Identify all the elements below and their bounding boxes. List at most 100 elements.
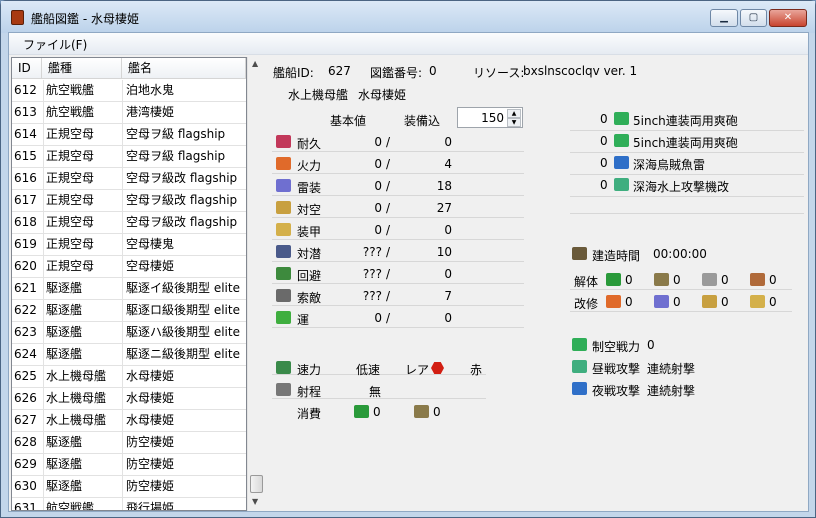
dismantle-ammo: 0 [673, 273, 681, 287]
torpedo-icon [654, 295, 669, 308]
divider [272, 261, 524, 262]
stat-base-value: 0 [374, 135, 382, 149]
table-row[interactable]: 613 航空戦艦 港湾棲姫 [12, 102, 246, 124]
stat-equip-value: 0 [444, 223, 452, 237]
row-id: 625 [14, 369, 37, 383]
day-attack-value: 連続射撃 [647, 362, 696, 376]
list-scrollbar[interactable]: ▲ ▼ [247, 57, 264, 511]
book-number-value: 0 [429, 64, 437, 78]
row-type: 正規空母 [43, 256, 94, 277]
speed-value: 低速 [356, 363, 381, 377]
row-name: 防空棲姫 [122, 476, 174, 497]
table-row[interactable]: 616 正規空母 空母ヲ級改 flagship [12, 168, 246, 190]
book-number-label: 図鑑番号: [370, 66, 423, 80]
stat-icon [276, 289, 291, 302]
stat-base-value: 0 [374, 201, 382, 215]
row-name: 水母棲姫 [122, 410, 174, 431]
table-row[interactable]: 618 正規空母 空母ヲ級改 flagship [12, 212, 246, 234]
table-row[interactable]: 631 航空戦艦 飛行場姫 [12, 498, 246, 510]
dismantle-fuel: 0 [625, 273, 633, 287]
column-header-name[interactable]: 艦名 [122, 58, 246, 79]
row-type: 正規空母 [43, 124, 94, 145]
equipment-slot[interactable]: 0 5inch連装両用爽砲 [570, 131, 804, 153]
close-button[interactable]: ✕ [769, 9, 807, 27]
table-row[interactable]: 630 駆逐艦 防空棲姫 [12, 476, 246, 498]
table-row[interactable]: 626 水上機母艦 水母棲姫 [12, 388, 246, 410]
table-row[interactable]: 620 正規空母 空母棲姫 [12, 256, 246, 278]
table-row[interactable]: 612 航空戦艦 泊地水鬼 [12, 80, 246, 102]
stat-label: 回避 [297, 269, 322, 283]
row-name: 防空棲姫 [122, 454, 174, 475]
build-time-icon [572, 247, 587, 260]
ship-list[interactable]: ID 艦種 艦名 612 航空戦艦 泊地水鬼 613 航空戦艦 港湾棲姫 614 正規空母 空母… [11, 57, 247, 511]
row-id: 620 [14, 259, 37, 273]
divider [570, 213, 804, 214]
book-icon [11, 10, 24, 25]
table-row[interactable]: 623 駆逐艦 駆逐ハ級後期型 elite [12, 322, 246, 344]
scroll-down-arrow[interactable]: ▼ [252, 497, 258, 506]
column-header-id[interactable]: ID [12, 58, 42, 79]
row-id: 617 [14, 193, 37, 207]
table-row[interactable]: 615 正規空母 空母ヲ級 flagship [12, 146, 246, 168]
row-id: 614 [14, 127, 37, 141]
maximize-button[interactable]: ▢ [740, 9, 767, 27]
table-row[interactable]: 628 駆逐艦 防空棲姫 [12, 432, 246, 454]
level-spinner[interactable]: 150 ▲ ▼ [457, 107, 523, 128]
anti-air-icon [702, 295, 717, 308]
slot-name: 5inch連装両用爽砲 [633, 136, 738, 150]
stat-label: 対潜 [297, 247, 322, 261]
minimize-button[interactable]: ▁ [710, 9, 738, 27]
divider [272, 239, 524, 240]
menu-file[interactable]: ファイル(F) [17, 36, 93, 53]
row-type: 駆逐艦 [43, 476, 82, 497]
stat-label: 運 [297, 313, 310, 327]
equipment-slot[interactable]: 0 5inch連装両用爽砲 [570, 109, 804, 131]
row-id: 624 [14, 347, 37, 361]
row-name: 駆逐ハ級後期型 elite [122, 322, 240, 343]
stat-equip-value: 0 [444, 135, 452, 149]
row-id: 627 [14, 413, 37, 427]
scroll-up-arrow[interactable]: ▲ [252, 59, 258, 68]
spinner-up-button[interactable]: ▲ [507, 109, 521, 118]
equipment-slot[interactable]: 0 深海水上攻撃機改 [570, 175, 804, 197]
row-name: 空母棲姫 [122, 256, 174, 277]
divider [272, 305, 524, 306]
table-row[interactable]: 627 水上機母艦 水母棲姫 [12, 410, 246, 432]
row-name: 飛行場姫 [122, 498, 174, 510]
stat-label: 耐久 [297, 137, 322, 151]
table-row[interactable]: 624 駆逐艦 駆逐ニ級後期型 elite [12, 344, 246, 366]
slot-name: 深海烏賊魚雷 [633, 158, 706, 172]
stat-base-value: ??? [362, 267, 382, 281]
client-area: ファイル(F) ID 艦種 艦名 612 航空戦艦 泊地水鬼 613 航空戦艦 港湾棲姫 6… [8, 32, 809, 512]
row-type: 正規空母 [43, 190, 94, 211]
scroll-thumb[interactable] [250, 475, 263, 493]
title-bar[interactable]: 艦船図鑑 - 水母棲姫 ▁ ▢ ✕ [1, 1, 815, 33]
stat-separator: / [386, 267, 391, 281]
air-power-value: 0 [647, 338, 655, 352]
stat-icon [276, 157, 291, 170]
table-row[interactable]: 617 正規空母 空母ヲ級改 flagship [12, 190, 246, 212]
equipment-slot[interactable]: 0 深海烏賊魚雷 [570, 153, 804, 175]
stat-base-value: ??? [362, 245, 382, 259]
slot-name: 深海水上攻撃機改 [633, 180, 730, 194]
stat-label: 対空 [297, 203, 322, 217]
resource-label: リソース: [473, 66, 525, 80]
speed-icon [276, 361, 291, 374]
table-row[interactable]: 625 水上機母艦 水母棲姫 [12, 366, 246, 388]
table-row[interactable]: 622 駆逐艦 駆逐ロ級後期型 elite [12, 300, 246, 322]
table-row[interactable]: 629 駆逐艦 防空棲姫 [12, 454, 246, 476]
table-row[interactable]: 614 正規空母 空母ヲ級 flagship [12, 124, 246, 146]
row-id: 613 [14, 105, 37, 119]
row-type: 航空戦艦 [43, 80, 94, 101]
stat-icon [276, 223, 291, 236]
fuel-icon [354, 405, 369, 418]
column-header-type[interactable]: 艦種 [42, 58, 122, 79]
night-attack-value: 連続射撃 [647, 384, 696, 398]
table-row[interactable]: 621 駆逐艦 駆逐イ級後期型 elite [12, 278, 246, 300]
day-attack-label: 昼戦攻撃 [592, 362, 641, 376]
stat-icon [276, 311, 291, 324]
stat-separator: / [386, 289, 391, 303]
spinner-down-button[interactable]: ▼ [507, 118, 521, 127]
night-attack-label: 夜戦攻撃 [592, 384, 641, 398]
table-row[interactable]: 619 正規空母 空母棲鬼 [12, 234, 246, 256]
